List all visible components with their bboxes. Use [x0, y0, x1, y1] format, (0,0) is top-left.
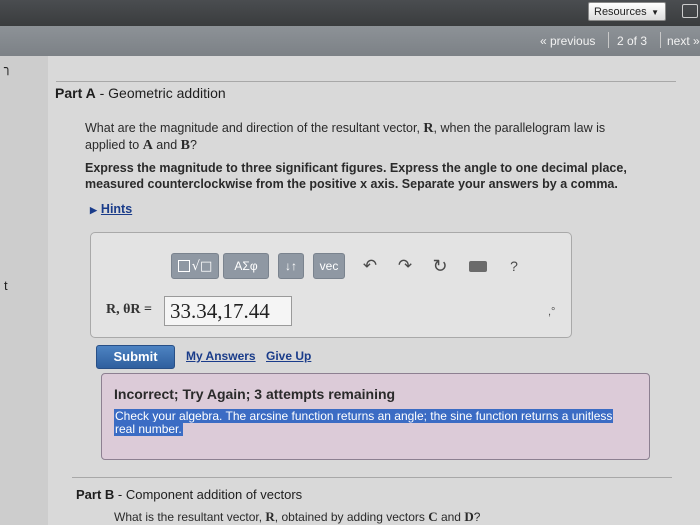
nav-divider [660, 32, 661, 48]
next-link[interactable]: next » [667, 34, 700, 48]
answer-box: √□ ΑΣφ ↓↑ vec ↶ ↷ ↻ ? [90, 232, 572, 338]
part-a-question: What are the magnitude and direction of … [85, 121, 606, 153]
hints-toggle[interactable]: ▶ Hints [90, 202, 132, 216]
give-up-link[interactable]: Give Up [266, 349, 311, 363]
previous-link[interactable]: « previous [540, 34, 595, 48]
answer-prefix: R, θR = [106, 302, 153, 317]
part-b-question: What is the resultant vector, R, obtaine… [114, 509, 481, 524]
top-bar: Resources ▼ [0, 0, 700, 26]
margin-glyph: t [4, 278, 8, 293]
help-icon[interactable]: ? [505, 253, 523, 279]
chevron-down-icon: ▼ [651, 8, 659, 17]
matrix-icon [177, 260, 190, 272]
answer-input[interactable]: 33.34,17.44 [164, 296, 292, 326]
sort-icon: ↓↑ [285, 259, 297, 273]
feedback-message: Check your algebra. The arcsine function… [114, 409, 614, 436]
resources-label: Resources [594, 6, 647, 18]
page-indicator: 2 of 3 [617, 34, 648, 48]
divider [56, 81, 676, 82]
left-margin: ╮ t [0, 56, 48, 525]
keyboard-button[interactable] [467, 253, 489, 279]
part-a-instructions: Express the magnitude to three significa… [85, 161, 627, 191]
feedback-title: Incorrect; Try Again; 3 attempts remaini… [114, 386, 396, 402]
margin-glyph: ╮ [4, 60, 12, 75]
unit-mark: ,° [548, 306, 556, 318]
nav-divider [608, 32, 609, 48]
part-b-title: Part B - Component addition of vectors [76, 487, 303, 502]
submit-button[interactable]: Submit [96, 345, 175, 369]
hints-label: Hints [100, 202, 133, 216]
my-answers-link[interactable]: My Answers [186, 349, 256, 363]
feedback-panel: Incorrect; Try Again; 3 attempts remaini… [101, 373, 650, 460]
vec-button[interactable]: vec [313, 253, 345, 279]
print-icon[interactable] [682, 4, 698, 18]
greek-symbols-button[interactable]: ΑΣφ [223, 253, 269, 279]
pagination-bar: « previous 2 of 3 next » [0, 26, 700, 56]
undo-icon[interactable]: ↶ [361, 253, 379, 279]
redo-icon[interactable]: ↷ [396, 253, 414, 279]
divider [72, 477, 672, 478]
reset-icon[interactable]: ↻ [431, 253, 449, 279]
problem-content: Part A - Geometric addition What are the… [48, 56, 700, 525]
part-a-title: Part A - Geometric addition [55, 85, 226, 101]
templates-button[interactable]: √□ [171, 253, 219, 279]
triangle-right-icon: ▶ [90, 205, 97, 215]
sqrt-icon: √□ [191, 258, 213, 274]
resources-dropdown[interactable]: Resources ▼ [588, 2, 666, 21]
keyboard-icon [469, 260, 487, 272]
greek-label: ΑΣφ [234, 259, 258, 273]
sort-button[interactable]: ↓↑ [278, 253, 304, 279]
vec-label: vec [319, 259, 339, 273]
